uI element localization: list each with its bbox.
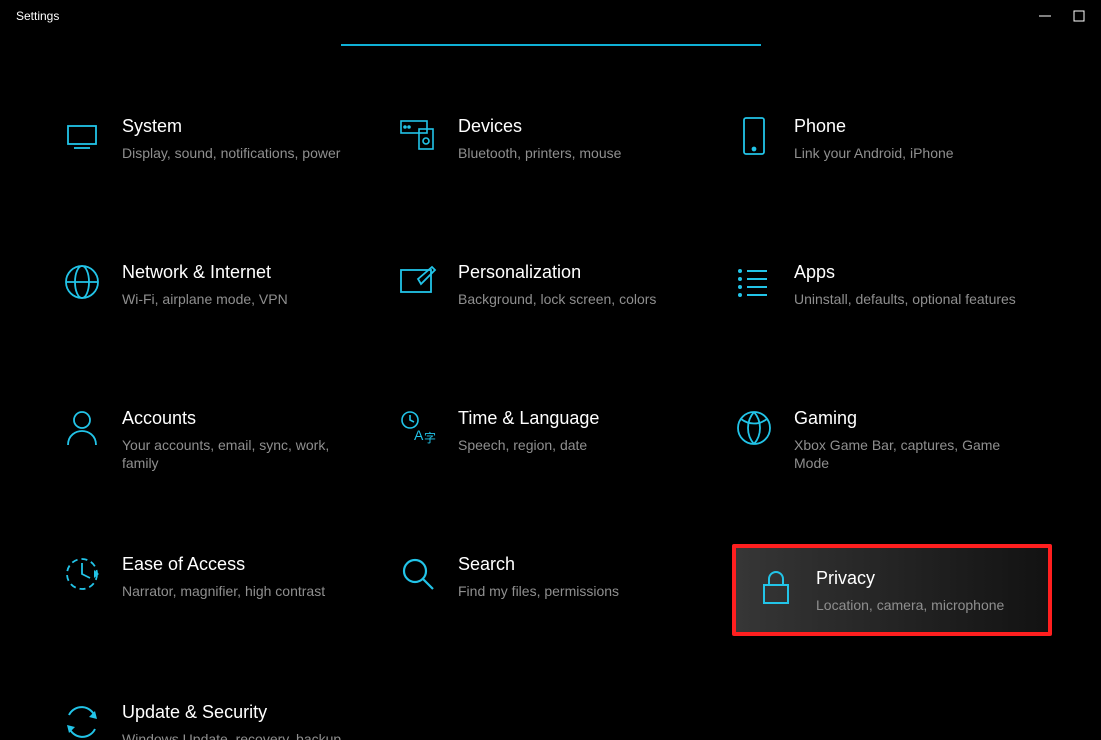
maximize-button[interactable] <box>1073 10 1085 22</box>
tile-subtitle: Xbox Game Bar, captures, Game Mode <box>794 436 1024 474</box>
tile-gaming[interactable]: Gaming Xbox Game Bar, captures, Game Mod… <box>732 398 1068 488</box>
update-security-icon <box>60 700 104 740</box>
tile-privacy[interactable]: Privacy Location, camera, microphone <box>732 544 1052 636</box>
tile-title: Phone <box>794 116 1056 138</box>
tile-title: Privacy <box>816 568 1036 590</box>
gaming-icon <box>732 406 776 450</box>
tile-phone[interactable]: Phone Link your Android, iPhone <box>732 106 1068 196</box>
tile-title: Time & Language <box>458 408 720 430</box>
tile-title: Devices <box>458 116 720 138</box>
tile-title: Gaming <box>794 408 1056 430</box>
tile-subtitle: Link your Android, iPhone <box>794 144 1024 163</box>
apps-icon <box>732 260 776 304</box>
accounts-icon <box>60 406 104 450</box>
tile-network[interactable]: Network & Internet Wi-Fi, airplane mode,… <box>60 252 396 342</box>
tile-title: Personalization <box>458 262 720 284</box>
tile-subtitle: Narrator, magnifier, high contrast <box>122 582 352 601</box>
network-icon <box>60 260 104 304</box>
window-controls <box>1039 10 1101 22</box>
personalization-icon <box>396 260 440 304</box>
tile-devices[interactable]: Devices Bluetooth, printers, mouse <box>396 106 732 196</box>
tile-apps[interactable]: Apps Uninstall, defaults, optional featu… <box>732 252 1068 342</box>
titlebar: Settings <box>0 0 1101 32</box>
tile-update-security[interactable]: Update & Security Windows Update, recove… <box>60 692 396 740</box>
tile-title: Search <box>458 554 720 576</box>
tile-personalization[interactable]: Personalization Background, lock screen,… <box>396 252 732 342</box>
tile-title: Accounts <box>122 408 384 430</box>
tile-accounts[interactable]: Accounts Your accounts, email, sync, wor… <box>60 398 396 488</box>
privacy-icon <box>754 566 798 610</box>
phone-icon <box>732 114 776 158</box>
svg-text:字: 字 <box>424 430 436 445</box>
time-language-icon: A 字 <box>396 406 440 450</box>
svg-text:A: A <box>414 427 424 443</box>
window-title: Settings <box>16 9 59 23</box>
tile-ease-of-access[interactable]: Ease of Access Narrator, magnifier, high… <box>60 544 396 636</box>
tile-subtitle: Find my files, permissions <box>458 582 688 601</box>
minimize-button[interactable] <box>1039 10 1051 22</box>
tile-subtitle: Your accounts, email, sync, work, family <box>122 436 352 474</box>
settings-grid: System Display, sound, notifications, po… <box>0 46 1101 740</box>
tile-title: Update & Security <box>122 702 384 724</box>
tile-subtitle: Background, lock screen, colors <box>458 290 688 309</box>
tile-title: System <box>122 116 384 138</box>
tile-subtitle: Location, camera, microphone <box>816 596 1036 615</box>
tile-subtitle: Speech, region, date <box>458 436 688 455</box>
tile-title: Apps <box>794 262 1056 284</box>
tile-time-language[interactable]: A 字 Time & Language Speech, region, date <box>396 398 732 488</box>
tile-subtitle: Display, sound, notifications, power <box>122 144 352 163</box>
tile-subtitle: Windows Update, recovery, backup <box>122 730 352 740</box>
tile-system[interactable]: System Display, sound, notifications, po… <box>60 106 396 196</box>
tile-title: Network & Internet <box>122 262 384 284</box>
search-icon <box>396 552 440 596</box>
system-icon <box>60 114 104 158</box>
tile-search[interactable]: Search Find my files, permissions <box>396 544 732 636</box>
ease-of-access-icon <box>60 552 104 596</box>
devices-icon <box>396 114 440 158</box>
tile-subtitle: Wi-Fi, airplane mode, VPN <box>122 290 352 309</box>
tile-subtitle: Bluetooth, printers, mouse <box>458 144 688 163</box>
tile-subtitle: Uninstall, defaults, optional features <box>794 290 1024 309</box>
tile-title: Ease of Access <box>122 554 384 576</box>
